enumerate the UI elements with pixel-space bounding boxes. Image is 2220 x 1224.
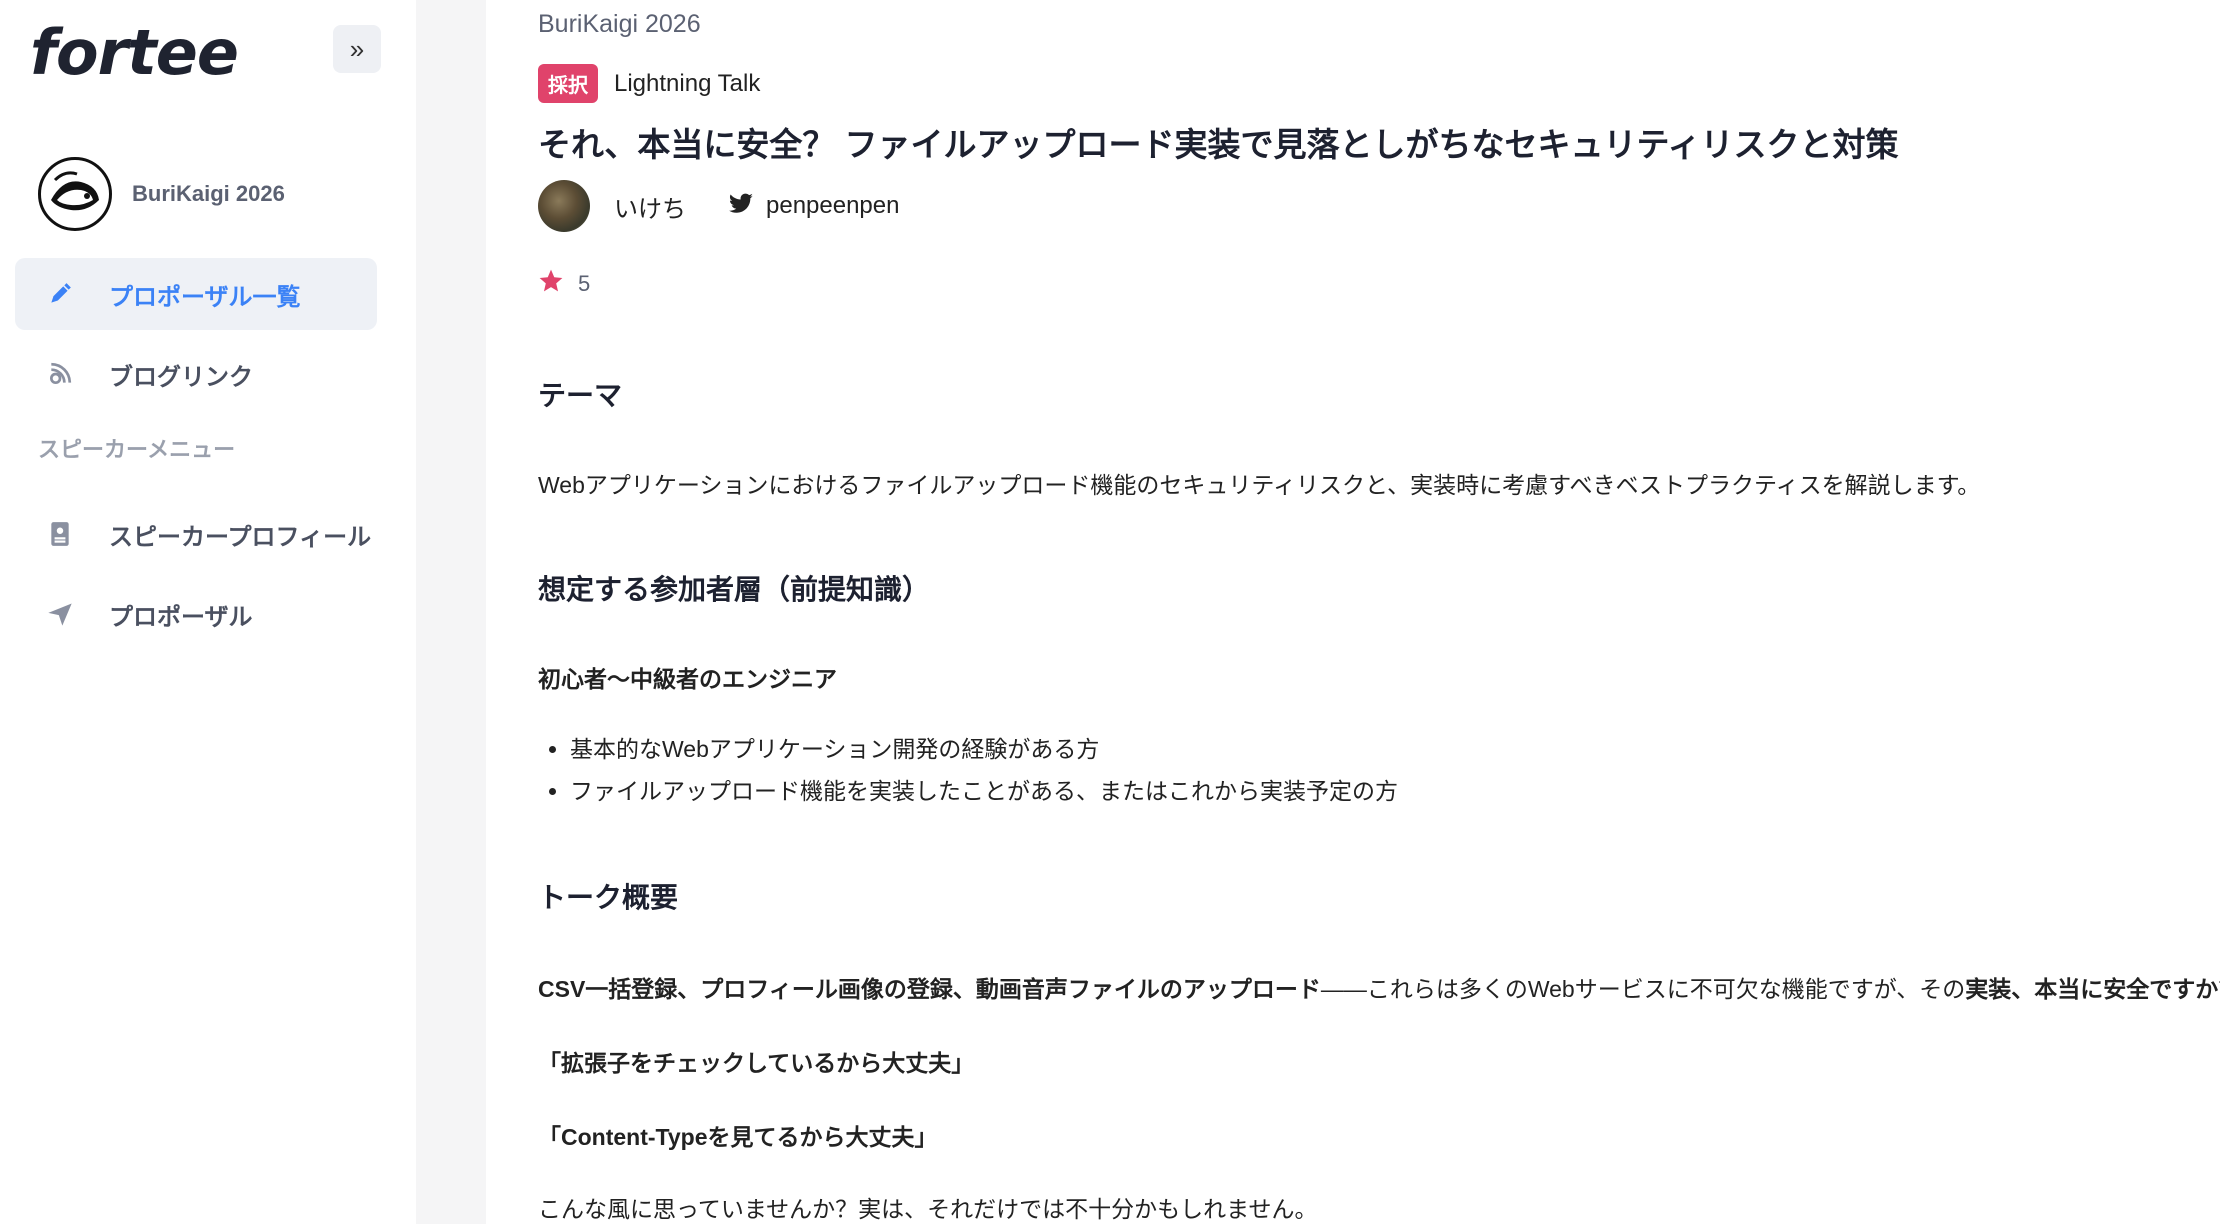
list-item: ファイルアップロード機能を実装したことがある、またはこれから実装予定の方 (570, 770, 1398, 812)
list-item: 基本的なWebアプリケーション開発の経験がある方 (570, 728, 1398, 770)
overview-text: ——これらは多くのWebサービスに不可欠な機能ですが、その (1320, 976, 1966, 1002)
fortee-logo[interactable]: fortee (30, 16, 239, 89)
speaker-name[interactable]: いけち (614, 189, 686, 224)
main-content: BuriKaigi 2026 採択 Lightning Talk それ、本当に安… (486, 0, 2220, 1224)
sidebar-item-label: ブログリンク (109, 363, 253, 391)
quote-content-type: 「Content-Typeを見てるから大丈夫」 (538, 1124, 938, 1150)
closing-text: こんな風に思っていませんか？実は、それだけでは不十分かもしれません。 (538, 1196, 1318, 1222)
event-logo-avatar (38, 157, 112, 231)
talk-type: Lightning Talk (614, 69, 761, 97)
twitter-link[interactable]: penpeenpen (728, 192, 899, 220)
id-card-icon (45, 519, 75, 549)
quote-extension: 「拡張子をチェックしているから大丈夫」 (538, 1050, 975, 1076)
star-icon (538, 268, 564, 299)
speaker-avatar[interactable] (538, 180, 590, 232)
link-icon (45, 359, 75, 389)
sidebar-item-proposals[interactable]: プロポーザル一覧 (15, 258, 377, 330)
talk-meta: 採択 Lightning Talk (538, 64, 760, 103)
audience-heading: 想定する参加者層（前提知識） (538, 574, 931, 605)
sidebar-item-label: プロポーザル (109, 603, 253, 631)
overview-paragraph: CSV一括登録、プロフィール画像の登録、動画音声ファイルのアップロード——これら… (538, 970, 2220, 1004)
overview-emphasis-2: 実装、本当に安全ですか (1965, 976, 2219, 1002)
paper-plane-icon (45, 599, 75, 629)
twitter-handle: penpeenpen (766, 192, 900, 219)
star-count: 5 (578, 270, 591, 296)
sidebar: fortee » BuriKaigi 2026 プロポーザル一覧 ブログリンク … (0, 0, 416, 1224)
star-rating[interactable]: 5 (538, 268, 590, 299)
twitter-icon (728, 193, 754, 220)
speaker-menu-heading: スピーカーメニュー (38, 437, 236, 462)
event-info[interactable]: BuriKaigi 2026 (38, 156, 285, 232)
audience-subheading: 初心者〜中級者のエンジニア (538, 666, 837, 692)
overview-heading: トーク概要 (538, 882, 679, 913)
sidebar-item-speaker-profile[interactable]: スピーカープロフィール (15, 498, 377, 570)
talk-title: それ、本当に安全？ ファイルアップロード実装で見落としがちなセキュリティリスクと… (538, 126, 1899, 163)
audience-list: 基本的なWebアプリケーション開発の経験がある方 ファイルアップロード機能を実装… (538, 728, 1398, 812)
event-name: BuriKaigi 2026 (132, 181, 285, 206)
expand-sidebar-button[interactable]: » (333, 25, 381, 73)
double-chevron-right-icon: » (349, 33, 365, 64)
theme-text: Webアプリケーションにおけるファイルアップロード機能のセキュリティリスクと、実… (538, 472, 1981, 498)
event-breadcrumb[interactable]: BuriKaigi 2026 (538, 10, 701, 39)
sidebar-item-label: スピーカープロフィール (109, 523, 372, 551)
speaker-info: いけち penpeenpen (538, 180, 899, 232)
pencil-icon (45, 279, 75, 309)
sidebar-item-label: プロポーザル一覧 (109, 283, 301, 311)
overview-emphasis: CSV一括登録、プロフィール画像の登録、動画音声ファイルのアップロード (538, 976, 1321, 1002)
sidebar-item-proposal[interactable]: プロポーザル (15, 578, 377, 650)
accepted-badge: 採択 (538, 64, 598, 103)
theme-heading: テーマ (538, 380, 623, 411)
sidebar-item-blog-links[interactable]: ブログリンク (15, 338, 377, 410)
